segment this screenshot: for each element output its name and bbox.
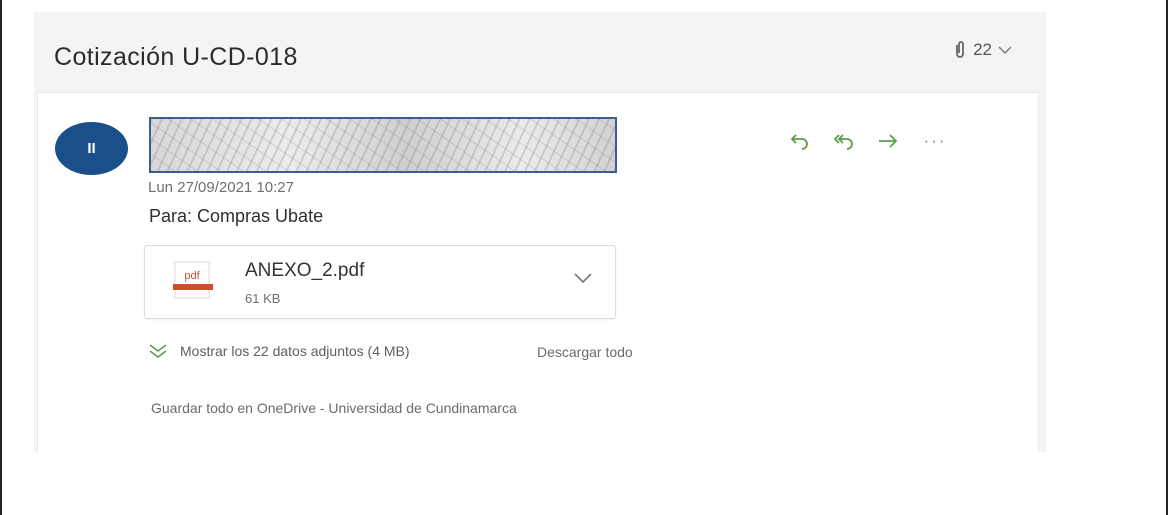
- message-actions: ···: [778, 129, 960, 153]
- pdf-file-icon: pdf: [173, 261, 213, 299]
- show-all-attachments-label: Mostrar los 22 datos adjuntos (4 MB): [180, 343, 410, 359]
- save-all-onedrive-link[interactable]: Guardar todo en OneDrive - Universidad d…: [151, 400, 517, 416]
- reply-icon-glyph: [790, 134, 808, 150]
- frame-border-right: [1166, 0, 1168, 515]
- forward-icon-glyph: [879, 134, 898, 148]
- message-subject: Cotización U-CD-018: [54, 43, 298, 71]
- reply-all-icon-glyph: [833, 134, 853, 150]
- frame-border-left: [0, 0, 2, 515]
- sender-name-redacted[interactable]: [149, 117, 617, 173]
- attachment-count-toggle[interactable]: 22: [953, 40, 1012, 60]
- reply-all-icon[interactable]: [822, 129, 866, 153]
- show-all-attachments[interactable]: Mostrar los 22 datos adjuntos (4 MB): [148, 343, 410, 359]
- double-chevron-down-icon: [149, 344, 167, 358]
- forward-icon[interactable]: [866, 129, 910, 153]
- chevron-down-icon[interactable]: [573, 272, 593, 284]
- attachment-count: 22: [973, 40, 992, 59]
- pdf-icon-label: pdf: [184, 270, 200, 282]
- attachment-file-name: ANEXO_2.pdf: [245, 260, 365, 281]
- reply-icon[interactable]: [778, 129, 822, 153]
- recipient-line: Para: Compras Ubate: [149, 206, 324, 226]
- paperclip-icon: [956, 41, 964, 58]
- message-date: Lun 27/09/2021 10:27: [148, 179, 294, 196]
- attachment-card[interactable]: pdf ANEXO_2.pdf 61 KB: [144, 245, 616, 319]
- attachment-file-size: 61 KB: [245, 291, 281, 306]
- download-all-link[interactable]: Descargar todo: [537, 344, 633, 360]
- subject-bar: Cotización U-CD-018 22: [34, 12, 1046, 90]
- avatar[interactable]: II: [55, 122, 128, 175]
- chevron-down-icon: [998, 46, 1012, 54]
- more-options-icon[interactable]: ···: [910, 129, 960, 153]
- message-card: II ··· Lun 27/09/2021 10:27 Para: Compra…: [37, 92, 1039, 453]
